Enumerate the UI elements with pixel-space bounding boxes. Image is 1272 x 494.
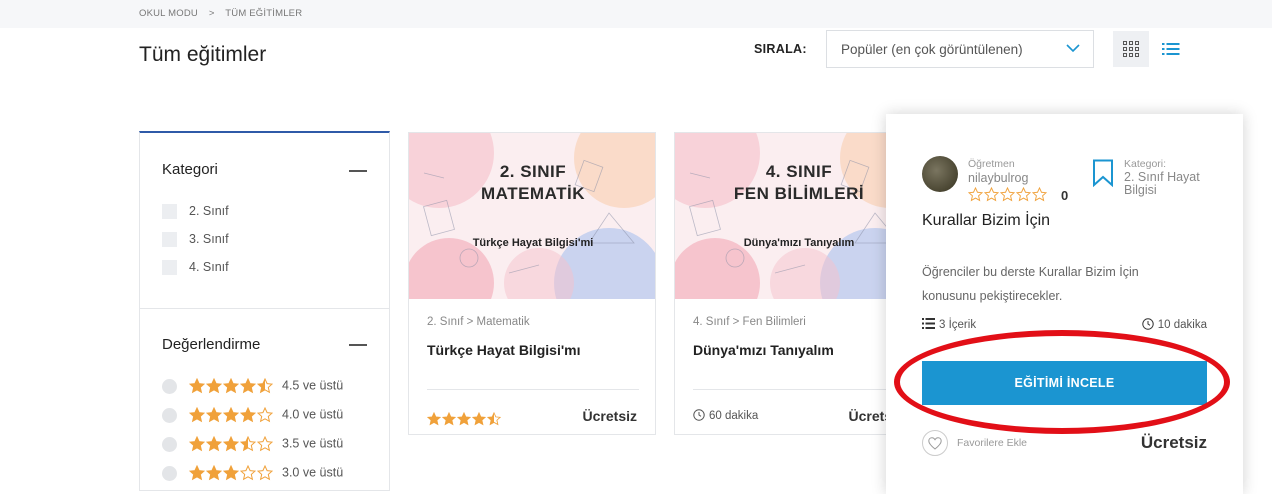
thumbnail-subtitle: Dünya'mızı Tanıyalım <box>743 237 855 249</box>
rating-option-3-5[interactable]: 3.5 ve üstü <box>162 435 343 454</box>
popup-description: Öğrenciler bu derste Kurallar Bizim İçin… <box>922 265 1139 303</box>
rating-option-3-0[interactable]: 3.0 ve üstü <box>162 464 343 483</box>
breadcrumb-current: TÜM EĞİTİMLER <box>225 8 303 19</box>
filter-rating-heading: Değerlendirme <box>162 336 261 353</box>
filter-sidebar: Kategori 2. Sınıf 3. Sınıf 4. Sınıf Değe… <box>139 131 390 491</box>
star-icon <box>188 435 274 452</box>
radio[interactable] <box>162 465 177 481</box>
category-value[interactable]: 2. Sınıf Hayat Bilgisi <box>1124 171 1234 197</box>
thumbnail-title: 4. SINIF FEN BİLİMLERİ <box>733 162 865 203</box>
checkbox[interactable] <box>162 232 177 248</box>
radio[interactable] <box>162 436 177 452</box>
rating-count: 0 <box>1061 188 1069 203</box>
course-category: 2. Sınıf > Matematik <box>427 316 530 328</box>
list-view-button[interactable] <box>1158 31 1184 67</box>
star-icon <box>188 406 274 423</box>
favorite-label[interactable]: Favorilere Ekle <box>957 437 1027 449</box>
course-preview-popup: Öğretmen nilaybulrog 0 Kategori: 2. Sını… <box>886 114 1243 494</box>
list-icon <box>922 318 935 329</box>
teacher-avatar[interactable] <box>922 156 958 192</box>
popup-duration: 10 dakika <box>1142 318 1207 331</box>
sort-selected-value: Popüler (en çok görüntülenen) <box>841 42 1023 57</box>
bookmark-icon <box>1092 159 1114 192</box>
course-duration: 60 dakika <box>693 409 758 422</box>
course-card[interactable]: 2. SINIF MATEMATİK Türkçe Hayat Bilgisi'm… <box>408 132 656 435</box>
radio[interactable] <box>162 407 177 423</box>
popup-price: Ücretsiz <box>1140 433 1207 452</box>
course-price: Ücretsiz <box>582 408 637 424</box>
course-card[interactable]: 4. SINIF FEN BİLİMLERİ Dünya'mızı Tanıyal… <box>674 132 922 435</box>
filter-category-collapse[interactable] <box>349 170 367 172</box>
clock-icon <box>693 409 705 421</box>
checkbox[interactable] <box>162 260 177 276</box>
course-title[interactable]: Dünya'mızı Tanıyalım <box>693 342 834 358</box>
rating-option-4-0[interactable]: 4.0 ve üstü <box>162 406 343 425</box>
list-view-icon <box>1162 43 1180 55</box>
sort-select[interactable]: Popüler (en çok görüntülenen) <box>826 30 1094 68</box>
highlight-ellipse <box>894 330 1230 434</box>
radio[interactable] <box>162 378 177 394</box>
checkbox[interactable] <box>162 204 177 220</box>
heart-icon <box>928 437 942 450</box>
course-category: 4. Sınıf > Fen Bilimleri <box>693 316 806 328</box>
chevron-down-icon <box>1065 40 1081 61</box>
page-title: Tüm eğitimler <box>139 43 267 66</box>
filter-category-heading: Kategori <box>162 161 218 178</box>
popup-course-title[interactable]: Kurallar Bizim İçin <box>922 212 1050 230</box>
star-icon <box>967 186 1048 204</box>
teacher-label: Öğretmen <box>968 158 1015 170</box>
star-icon <box>188 377 274 394</box>
course-thumbnail[interactable]: 4. SINIF FEN BİLİMLERİ Dünya'mızı Tanıyal… <box>675 133 921 299</box>
star-icon <box>426 410 502 428</box>
card-divider <box>693 389 905 390</box>
teacher-name[interactable]: nilaybulrog <box>968 171 1028 185</box>
category-label: Kategori: <box>1124 158 1167 170</box>
thumbnail-subtitle: Türkçe Hayat Bilgisi'mi <box>472 237 594 249</box>
breadcrumb-home[interactable]: OKUL MODU <box>139 8 198 19</box>
card-divider <box>427 389 639 390</box>
filter-divider <box>140 308 389 309</box>
filter-option-2-sinif[interactable]: 2. Sınıf <box>162 204 229 220</box>
filter-option-4-sinif[interactable]: 4. Sınıf <box>162 260 229 276</box>
favorite-button[interactable] <box>922 430 948 456</box>
thumbnail-title: 2. SINIF MATEMATİK <box>481 162 585 203</box>
clock-icon <box>1142 318 1154 330</box>
breadcrumb-separator: > <box>208 8 215 19</box>
grid-view-icon <box>1123 41 1139 57</box>
grid-view-button[interactable] <box>1113 31 1149 67</box>
sort-label: SIRALA: <box>754 42 807 56</box>
breadcrumb: OKUL MODU > TÜM EĞİTİMLER <box>139 8 310 19</box>
content-count: 3 İçerik <box>922 318 976 331</box>
rating-option-4-5[interactable]: 4.5 ve üstü <box>162 377 343 396</box>
filter-rating-collapse[interactable] <box>349 344 367 346</box>
course-thumbnail[interactable]: 2. SINIF MATEMATİK Türkçe Hayat Bilgisi'm… <box>409 133 655 299</box>
star-icon <box>188 464 274 481</box>
course-title[interactable]: Türkçe Hayat Bilgisi'mı <box>427 342 581 358</box>
filter-option-3-sinif[interactable]: 3. Sınıf <box>162 232 229 248</box>
